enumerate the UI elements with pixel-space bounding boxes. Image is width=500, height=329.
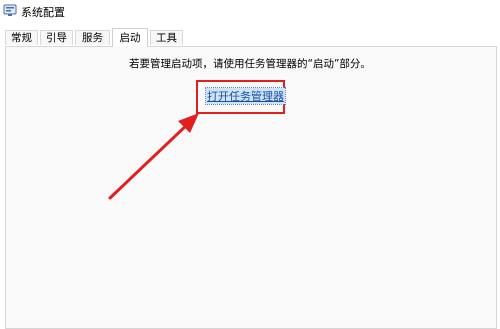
tab-tools[interactable]: 工具	[150, 30, 183, 45]
tab-boot[interactable]: 引导	[40, 30, 73, 45]
window-title: 系统配置	[21, 6, 65, 19]
startup-instruction: 若要管理启动项，请使用任务管理器的“启动”部分。	[129, 58, 371, 70]
title-bar: 系统配置	[0, 0, 500, 26]
tab-startup[interactable]: 启动	[112, 28, 148, 47]
tab-general[interactable]: 常规	[5, 30, 38, 45]
msconfig-icon	[3, 4, 17, 16]
tab-services[interactable]: 服务	[75, 30, 110, 45]
tab-strip: 常规 引导 服务 启动 工具	[0, 28, 500, 47]
open-task-manager-link[interactable]: 打开任务管理器	[205, 87, 286, 105]
